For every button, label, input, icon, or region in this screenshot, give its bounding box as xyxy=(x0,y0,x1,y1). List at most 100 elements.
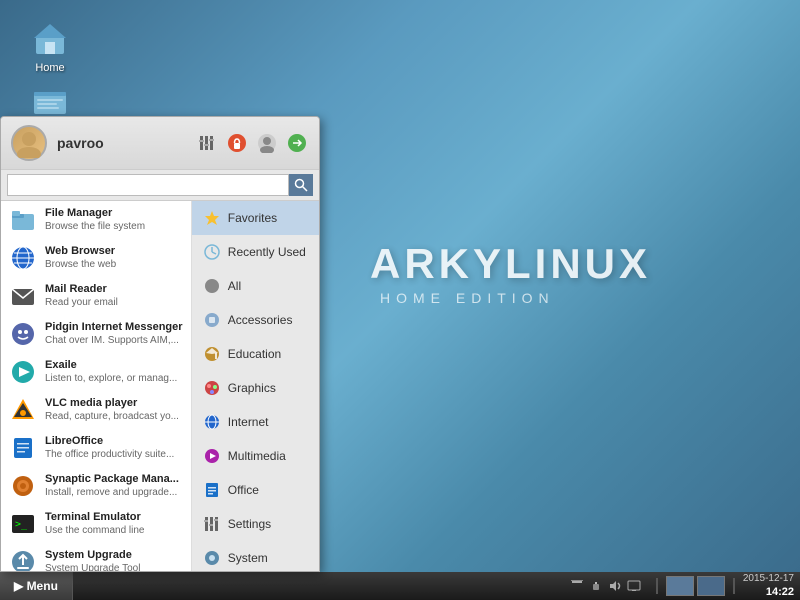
tray-icon-2[interactable] xyxy=(588,578,604,594)
user-icon[interactable] xyxy=(255,131,279,155)
settings-cat-icon xyxy=(202,514,222,534)
desktop: Home File Sy... Trash xyxy=(0,0,800,600)
search-input[interactable] xyxy=(7,174,289,196)
menu-header: pavroo xyxy=(1,117,319,170)
synaptic-name: Synaptic Package Mana... xyxy=(45,473,179,486)
app-file-manager[interactable]: File Manager Browse the file system xyxy=(1,201,191,239)
cat-favorites[interactable]: Favorites xyxy=(192,201,319,235)
app-terminal[interactable]: >_ Terminal Emulator Use the command lin… xyxy=(1,505,191,543)
libreoffice-name: LibreOffice xyxy=(45,435,174,448)
app-exaile[interactable]: Exaile Listen to, explore, or manag... xyxy=(1,353,191,391)
cat-office[interactable]: Office xyxy=(192,473,319,507)
file-manager-info: File Manager Browse the file system xyxy=(45,207,145,232)
mail-reader-desc: Read your email xyxy=(45,297,118,309)
vlc-desc: Read, capture, broadcast yo... xyxy=(45,411,179,423)
exaile-name: Exaile xyxy=(45,359,177,372)
logout-icon[interactable] xyxy=(285,131,309,155)
app-system-upgrade[interactable]: System Upgrade System Upgrade Tool xyxy=(1,543,191,571)
synaptic-desc: Install, remove and upgrade... xyxy=(45,487,179,499)
cat-internet-label: Internet xyxy=(228,415,269,429)
taskbar-btn-2[interactable] xyxy=(697,576,725,596)
cat-favorites-label: Favorites xyxy=(228,211,277,225)
recently-used-icon xyxy=(202,242,222,262)
terminal-desc: Use the command line xyxy=(45,525,145,537)
settings-icon[interactable] xyxy=(195,131,219,155)
pidgin-name: Pidgin Internet Messenger xyxy=(45,321,183,334)
menu-header-icons xyxy=(195,131,309,155)
user-avatar xyxy=(11,125,47,161)
cat-multimedia[interactable]: Multimedia xyxy=(192,439,319,473)
cat-system-label: System xyxy=(228,551,268,565)
web-browser-info: Web Browser Browse the web xyxy=(45,245,116,270)
search-bar xyxy=(1,170,319,201)
synaptic-info: Synaptic Package Mana... Install, remove… xyxy=(45,473,179,498)
cat-internet[interactable]: Internet xyxy=(192,405,319,439)
start-button[interactable]: ▶ Menu xyxy=(0,572,73,600)
cat-accessories[interactable]: Accessories xyxy=(192,303,319,337)
username-label: pavroo xyxy=(57,135,195,151)
libreoffice-info: LibreOffice The office productivity suit… xyxy=(45,435,174,460)
search-button[interactable] xyxy=(289,174,313,196)
graphics-icon xyxy=(202,378,222,398)
system-upgrade-info: System Upgrade System Upgrade Tool xyxy=(45,549,140,571)
synaptic-icon xyxy=(9,472,37,500)
favorites-icon xyxy=(202,208,222,228)
terminal-info: Terminal Emulator Use the command line xyxy=(45,511,145,536)
vlc-icon xyxy=(9,396,37,424)
system-upgrade-name: System Upgrade xyxy=(45,549,140,562)
office-icon xyxy=(202,480,222,500)
mail-reader-name: Mail Reader xyxy=(45,283,118,296)
cat-graphics[interactable]: Graphics xyxy=(192,371,319,405)
vlc-info: VLC media player Read, capture, broadcas… xyxy=(45,397,179,422)
exaile-icon xyxy=(9,358,37,386)
web-browser-desc: Browse the web xyxy=(45,259,116,271)
app-mail-reader[interactable]: Mail Reader Read your email xyxy=(1,277,191,315)
internet-icon xyxy=(202,412,222,432)
start-label: ▶ Menu xyxy=(14,579,58,593)
cat-recently-used[interactable]: Recently Used xyxy=(192,235,319,269)
display-tray-icon[interactable] xyxy=(626,578,642,594)
categories-panel: Favorites Recently Used xyxy=(192,201,319,571)
all-icon xyxy=(202,276,222,296)
app-libreoffice[interactable]: LibreOffice The office productivity suit… xyxy=(1,429,191,467)
pidgin-icon xyxy=(9,320,37,348)
app-vlc[interactable]: VLC media player Read, capture, broadcas… xyxy=(1,391,191,429)
mail-reader-info: Mail Reader Read your email xyxy=(45,283,118,308)
app-web-browser[interactable]: Web Browser Browse the web xyxy=(1,239,191,277)
clock-date: 2015-12-17 xyxy=(743,572,794,585)
lock-icon[interactable] xyxy=(225,131,249,155)
system-tray xyxy=(563,578,648,594)
cat-all-label: All xyxy=(228,279,241,293)
cat-settings[interactable]: Settings xyxy=(192,507,319,541)
apps-panel: File Manager Browse the file system xyxy=(1,201,192,571)
pidgin-desc: Chat over IM. Supports AIM,... xyxy=(45,335,183,347)
libreoffice-icon xyxy=(9,434,37,462)
desktop-icon-home-label: Home xyxy=(35,62,64,75)
desktop-icon-home[interactable]: Home xyxy=(18,18,82,75)
system-upgrade-desc: System Upgrade Tool xyxy=(45,563,140,571)
web-browser-name: Web Browser xyxy=(45,245,116,258)
mail-reader-icon xyxy=(9,282,37,310)
clock-time: 14:22 xyxy=(743,585,794,599)
libreoffice-desc: The office productivity suite... xyxy=(45,449,174,461)
system-upgrade-icon xyxy=(9,548,37,571)
cat-graphics-label: Graphics xyxy=(228,381,276,395)
taskbar-btn-1[interactable] xyxy=(666,576,694,596)
file-manager-icon xyxy=(9,206,37,234)
network-tray-icon[interactable] xyxy=(569,578,585,594)
cat-all[interactable]: All xyxy=(192,269,319,303)
brand-sub: HOME EDITION xyxy=(380,290,555,306)
app-synaptic[interactable]: Synaptic Package Mana... Install, remove… xyxy=(1,467,191,505)
pidgin-info: Pidgin Internet Messenger Chat over IM. … xyxy=(45,321,183,346)
app-pidgin[interactable]: Pidgin Internet Messenger Chat over IM. … xyxy=(1,315,191,353)
app-menu: pavroo xyxy=(0,116,320,572)
filesystem-icon xyxy=(30,80,70,120)
education-icon xyxy=(202,344,222,364)
exaile-desc: Listen to, explore, or manag... xyxy=(45,373,177,385)
cat-system[interactable]: System xyxy=(192,541,319,571)
cat-education[interactable]: Education xyxy=(192,337,319,371)
cat-education-label: Education xyxy=(228,347,281,361)
volume-tray-icon[interactable] xyxy=(607,578,623,594)
window-buttons xyxy=(666,576,725,596)
cat-multimedia-label: Multimedia xyxy=(228,449,286,463)
